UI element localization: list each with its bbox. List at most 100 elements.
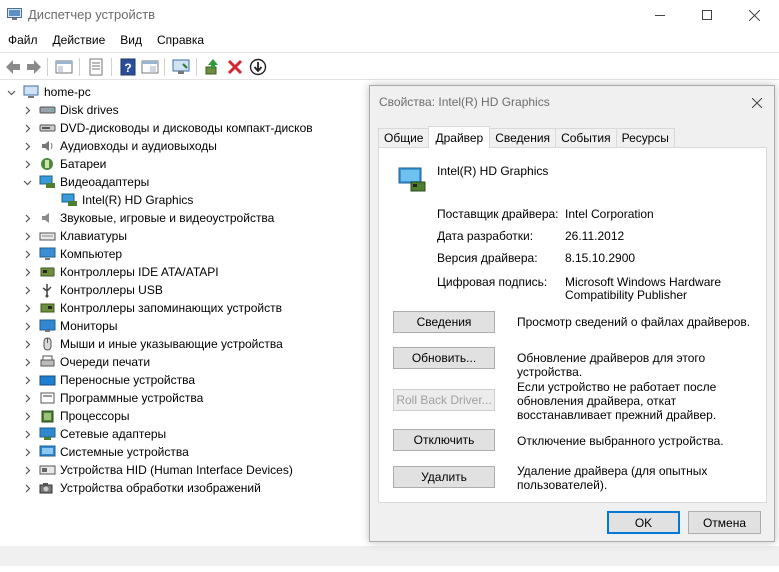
update-driver-icon[interactable] [203,57,223,77]
date-label: Дата разработки: [437,229,534,243]
tree-item-label: Мониторы [60,319,118,333]
tree-device-item[interactable]: Intel(R) HD Graphics [60,191,193,209]
disable-icon[interactable] [248,57,268,77]
tree-category-item[interactable]: Звуковые, игровые и видеоустройства [22,209,274,227]
network-adapter-icon [38,426,56,442]
properties-dialog: Свойства: Intel(R) HD Graphics Общие Дра… [369,85,775,542]
tree-category-item[interactable]: Клавиатуры [22,227,127,245]
chevron-right-icon[interactable] [22,101,32,119]
menu-file[interactable]: Файл [0,31,45,51]
menu-view[interactable]: Вид [112,31,149,51]
tab-general[interactable]: Общие [378,128,430,147]
chevron-right-icon[interactable] [22,299,32,317]
maximize-button[interactable] [684,0,730,30]
tree-item-label: Батареи [60,157,107,171]
properties-icon[interactable] [86,57,106,77]
signer-value-line2: Compatibility Publisher [565,288,688,302]
minimize-button[interactable] [637,0,683,30]
tree-category-item[interactable]: Мониторы [22,317,117,335]
ok-button[interactable]: OK [607,511,680,534]
tree-category-item[interactable]: Системные устройства [22,443,189,461]
driver-details-button[interactable]: Сведения [393,311,495,333]
menu-help[interactable]: Справка [149,31,211,51]
tree-category-item[interactable]: Контроллеры IDE ATA/ATAPI [22,263,219,281]
signer-label: Цифровая подпись: [437,275,548,289]
chevron-right-icon[interactable] [22,479,32,497]
forward-icon[interactable] [24,57,44,77]
update-driver-button[interactable]: Обновить... [393,347,495,369]
toolbar: ? [0,52,779,80]
device-name: Intel(R) HD Graphics [437,164,549,178]
tree-category-item[interactable]: Компьютер [22,245,122,263]
tree-category-item[interactable]: Устройства обработки изображений [22,479,261,497]
disable-device-button[interactable]: Отключить [393,429,495,451]
chevron-right-icon[interactable] [22,425,32,443]
chevron-down-icon[interactable] [22,173,32,191]
tree-category-item[interactable]: Контроллеры USB [22,281,163,299]
tree-category-item[interactable]: Контроллеры запоминающих устройств [22,299,282,317]
tree-root-label: home-pc [44,85,91,99]
rollback-driver-button[interactable]: Roll Back Driver... [393,389,495,411]
tree-category-item[interactable]: Переносные устройства [22,371,195,389]
tree-item-label: Очереди печати [60,355,151,369]
status-bar [0,546,779,566]
chevron-right-icon[interactable] [22,353,32,371]
tree-category-item[interactable]: Мыши и иные указывающие устройства [22,335,283,353]
device-manager-icon [7,8,22,20]
dvd-drive-icon [38,120,56,136]
help-icon[interactable]: ? [118,57,138,77]
chevron-right-icon[interactable] [22,443,32,461]
tree-category-item[interactable]: DVD-дисководы и дисководы компакт-дисков [22,119,313,137]
tree-category-item[interactable]: Устройства HID (Human Interface Devices) [22,461,293,479]
tree-category-item[interactable]: Процессоры [22,407,130,425]
software-device-icon [38,390,56,406]
chevron-right-icon[interactable] [22,227,32,245]
chevron-right-icon[interactable] [22,371,32,389]
chevron-right-icon[interactable] [22,137,32,155]
menu-action[interactable]: Действие [45,31,113,51]
scan-hardware-icon[interactable] [171,57,191,77]
tree-root[interactable]: home-pc [6,83,91,101]
tree-item-label: Intel(R) HD Graphics [82,193,194,207]
computer-icon [22,84,40,100]
driver-panel: Intel(R) HD Graphics Поставщик драйвера:… [378,147,767,503]
cancel-button[interactable]: Отмена [688,511,761,534]
tree-category-item[interactable]: Disk drives [22,101,119,119]
chevron-right-icon[interactable] [22,407,32,425]
chevron-right-icon[interactable] [22,335,32,353]
back-icon[interactable] [3,57,23,77]
view-icon[interactable] [140,57,160,77]
chevron-right-icon[interactable] [22,263,32,281]
processor-icon [38,408,56,424]
chevron-down-icon[interactable] [6,83,16,101]
chevron-right-icon[interactable] [22,389,32,407]
tree-category-item[interactable]: Батареи [22,155,106,173]
uninstall-icon[interactable] [225,57,245,77]
chevron-right-icon[interactable] [22,281,32,299]
tab-resources[interactable]: Ресурсы [615,128,675,147]
tree-category-item[interactable]: Аудиовходы и аудиовыходы [22,137,217,155]
dialog-close-button[interactable] [746,92,768,114]
display-adapter-icon [398,167,426,192]
system-device-icon [38,444,56,460]
chevron-right-icon[interactable] [22,119,32,137]
tree-item-label: Устройства HID (Human Interface Devices) [60,463,293,477]
chevron-right-icon[interactable] [22,317,32,335]
chevron-right-icon[interactable] [22,209,32,227]
tree-category-item[interactable]: Программные устройства [22,389,203,407]
chevron-right-icon[interactable] [22,461,32,479]
title-bar: Диспетчер устройств [0,0,779,30]
tree-category-item[interactable]: Очереди печати [22,353,150,371]
minimize-icon [655,15,665,16]
show-hide-tree-icon[interactable] [54,57,74,77]
tab-driver[interactable]: Драйвер [428,126,491,148]
tab-events[interactable]: События [555,128,617,147]
tree-category-item[interactable]: Видеоадаптеры [22,173,149,191]
chevron-right-icon[interactable] [22,155,32,173]
chevron-right-icon[interactable] [22,245,32,263]
uninstall-driver-button[interactable]: Удалить [393,466,495,488]
tree-category-item[interactable]: Сетевые адаптеры [22,425,166,443]
tab-details[interactable]: Сведения [489,128,557,147]
disable-device-desc: Отключение выбранного устройства. [517,434,724,448]
close-button[interactable] [731,0,777,30]
